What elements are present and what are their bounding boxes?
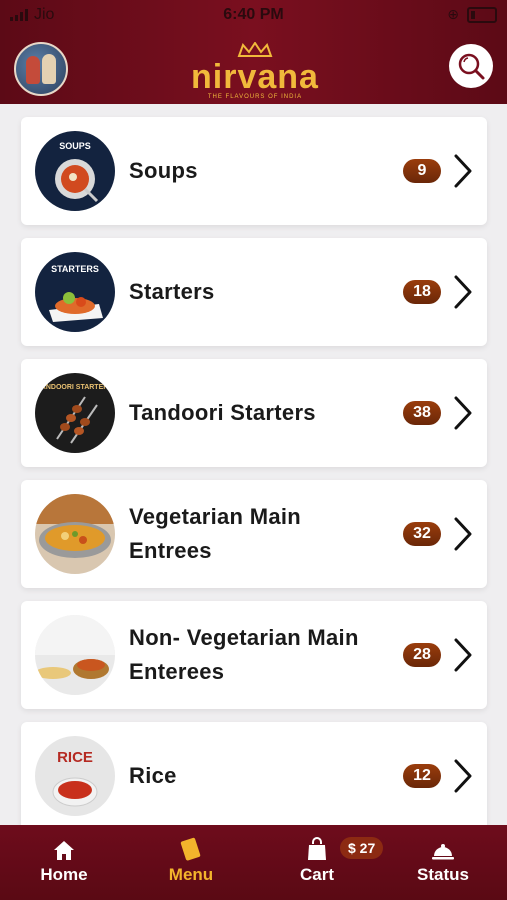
thumb-label: RICE xyxy=(57,749,93,766)
lock-rotation-icon: ⊕ xyxy=(447,6,459,22)
item-count-badge: 9 xyxy=(403,159,441,183)
logo-tagline: THE FLAVOURS OF INDIA xyxy=(207,94,303,100)
category-name: Rice xyxy=(129,763,177,788)
battery-icon xyxy=(467,6,497,23)
item-count-badge: 28 xyxy=(403,643,441,667)
chevron-right-icon xyxy=(454,154,472,188)
chevron-right-icon xyxy=(454,396,472,430)
menu-book-icon xyxy=(141,837,241,861)
search-button[interactable] xyxy=(449,44,493,88)
category-name: Starters xyxy=(129,279,215,304)
chevron-right-icon xyxy=(454,759,472,793)
status-time: 6:40 PM xyxy=(223,6,284,23)
nav-status[interactable]: Status xyxy=(393,825,493,900)
cart-total-badge: $ 27 xyxy=(340,837,384,859)
category-card-starters[interactable]: STARTERS Starters 18 xyxy=(21,238,487,346)
category-card-vegetarian-main-entrees[interactable]: Vegetarian Main Entrees 32 xyxy=(21,480,487,588)
category-card-soups[interactable]: SOUPS Soups 9 xyxy=(21,117,487,225)
tandoori-thumbnail: TANDOORI STARTERS xyxy=(35,373,115,453)
logo-text: nirvana xyxy=(191,58,319,96)
nav-home[interactable]: Home xyxy=(14,825,114,900)
nav-status-label: Status xyxy=(417,865,469,884)
chevron-right-icon xyxy=(454,517,472,551)
app-header: Jio 6:40 PM ⊕ nirvana THE FLAVOURS OF IN… xyxy=(0,0,507,104)
cloche-icon xyxy=(393,837,493,861)
avatar-person-icon xyxy=(26,56,40,84)
home-icon xyxy=(14,837,114,861)
status-right: ⊕ xyxy=(447,6,497,23)
category-name: Vegetarian Main Entrees xyxy=(129,504,302,563)
nav-cart-label: Cart xyxy=(299,865,334,884)
soups-thumbnail: SOUPS xyxy=(35,131,115,211)
nav-menu-label: Menu xyxy=(168,865,214,884)
category-name: Tandoori Starters xyxy=(129,400,316,425)
search-icon xyxy=(458,53,485,80)
thumb-label: SOUPS xyxy=(59,141,91,151)
starters-thumbnail: STARTERS xyxy=(35,252,115,332)
chevron-right-icon xyxy=(454,638,472,672)
item-count-badge: 38 xyxy=(403,401,441,425)
brand-logo: nirvana THE FLAVOURS OF INDIA xyxy=(190,41,320,100)
vegetarian-thumbnail xyxy=(35,494,115,574)
thumb-label: STARTERS xyxy=(51,264,99,274)
item-count-badge: 18 xyxy=(403,280,441,304)
non-vegetarian-thumbnail xyxy=(35,615,115,695)
category-card-non-vegetarian-main-enterees[interactable]: Non- Vegetarian Main Enterees 28 xyxy=(21,601,487,709)
category-list: SOUPS Soups 9 STARTERS Starters 18 TANDO… xyxy=(21,117,487,843)
category-card-rice[interactable]: RICE Rice 12 xyxy=(21,722,487,830)
nav-home-label: Home xyxy=(40,865,88,884)
nav-menu[interactable]: Menu xyxy=(141,825,241,900)
category-name: Non- Vegetarian Main Enterees xyxy=(129,625,359,684)
chevron-right-icon xyxy=(454,275,472,309)
avatar-person-icon xyxy=(42,54,56,84)
category-name: Soups xyxy=(129,158,198,183)
item-count-badge: 32 xyxy=(403,522,441,546)
category-card-tandoori-starters[interactable]: TANDOORI STARTERS Tandoori Starters 38 xyxy=(21,359,487,467)
rice-thumbnail: RICE xyxy=(35,736,115,816)
bottom-navigation: Home Menu Cart $ 27 Status xyxy=(0,825,507,900)
thumb-label: TANDOORI STARTERS xyxy=(37,384,113,391)
item-count-badge: 12 xyxy=(403,764,441,788)
status-bar: Jio 6:40 PM ⊕ xyxy=(0,0,507,30)
avatar[interactable] xyxy=(14,42,68,96)
